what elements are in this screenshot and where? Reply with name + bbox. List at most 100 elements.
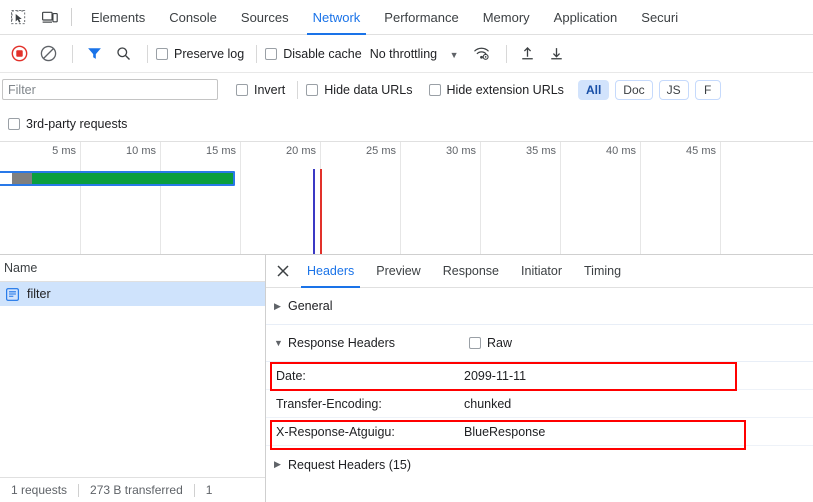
toolbar-divider-4 <box>505 44 507 63</box>
invert-label: Invert <box>254 82 286 97</box>
waterfall-segment-download <box>32 173 233 184</box>
tab-elements-label: Elements <box>91 9 146 25</box>
header-row-transfer-encoding: Transfer-Encoding: chunked <box>266 390 813 418</box>
tab-security-label: Securi <box>641 9 679 25</box>
preserve-log-label: Preserve log <box>174 46 245 61</box>
disable-cache-checkbox[interactable]: Disable cache <box>265 47 362 61</box>
chevron-right-icon: ▶ <box>274 459 281 469</box>
tab-preview-label: Preview <box>376 264 421 278</box>
tab-performance[interactable]: Performance <box>372 0 470 35</box>
device-toolbar-icon[interactable] <box>36 3 64 31</box>
general-section-header[interactable]: ▶ General <box>266 288 813 325</box>
request-detail-panel: Headers Preview Response Initiator Timin… <box>266 255 813 502</box>
waterfall-segment-blocked <box>0 173 12 184</box>
response-headers-section-label: Response Headers <box>288 336 396 350</box>
tab-headers-label: Headers <box>307 264 355 278</box>
search-icon[interactable] <box>110 41 136 67</box>
filter-type-doc[interactable]: Doc <box>615 79 653 100</box>
export-har-icon[interactable] <box>544 41 570 67</box>
tab-application[interactable]: Application <box>542 0 630 35</box>
chevron-right-icon: ▶ <box>274 300 281 311</box>
invert-checkbox[interactable]: Invert <box>236 83 285 97</box>
tab-timing[interactable]: Timing <box>573 255 632 288</box>
tab-preview[interactable]: Preview <box>365 255 431 288</box>
tick-line <box>640 142 641 254</box>
close-icon[interactable] <box>270 258 296 284</box>
tab-initiator[interactable]: Initiator <box>510 255 573 288</box>
devtools-tabbar: Elements Console Sources Network Perform… <box>0 0 813 35</box>
load-event-line <box>320 169 322 254</box>
tick-label: 45 ms <box>686 145 716 157</box>
third-party-checkbox[interactable]: 3rd-party requests <box>8 117 127 131</box>
request-waterfall-bar <box>0 171 235 186</box>
header-value: 2099-11-11 <box>464 368 527 383</box>
third-party-label: 3rd-party requests <box>26 116 128 131</box>
tick-label: 15 ms <box>206 145 236 157</box>
tab-performance-label: Performance <box>384 9 459 25</box>
network-overview[interactable]: 5 ms 10 ms 15 ms 20 ms 25 ms 30 ms 35 ms… <box>0 142 813 255</box>
filter-type-all[interactable]: All <box>577 79 610 100</box>
hide-data-urls-checkbox[interactable]: Hide data URLs <box>306 82 413 97</box>
filter-type-js-label: JS <box>666 82 681 97</box>
record-stop-icon[interactable] <box>6 41 32 67</box>
filter-type-doc-label: Doc <box>623 82 645 97</box>
response-headers-section-header[interactable]: ▼ Response Headers Raw <box>266 325 813 362</box>
tick-line <box>400 142 401 254</box>
tab-response-label: Response <box>442 264 500 278</box>
filter-type-fetch[interactable]: F <box>694 79 721 100</box>
throttling-select[interactable]: No throttling ▼ <box>370 47 459 61</box>
chevron-down-icon: ▼ <box>274 338 283 348</box>
column-header-name: Name <box>4 261 38 275</box>
header-name: Date: <box>276 368 306 383</box>
clear-icon[interactable] <box>35 41 61 67</box>
tab-application-label: Application <box>553 9 618 25</box>
general-section-label: General <box>288 299 333 313</box>
filter-type-fetch-label: F <box>703 82 712 97</box>
header-name: X-Response-Atguigu: <box>276 424 395 439</box>
filter-funnel-icon[interactable] <box>81 41 107 67</box>
detail-tabbar: Headers Preview Response Initiator Timin… <box>266 255 813 288</box>
waterfall-segment-stalled <box>12 173 32 184</box>
network-toolbar: Preserve log Disable cache No throttling… <box>0 35 813 73</box>
toolbar-divider-2 <box>147 44 148 63</box>
hide-extension-urls-checkbox[interactable]: Hide extension URLs <box>428 82 564 97</box>
raw-checkbox[interactable]: Raw <box>469 336 512 350</box>
tab-network[interactable]: Network <box>301 0 373 35</box>
tab-elements[interactable]: Elements <box>79 0 157 35</box>
filter-type-js[interactable]: JS <box>658 79 689 100</box>
tab-console[interactable]: Console <box>157 0 229 35</box>
tab-headers[interactable]: Headers <box>296 255 365 288</box>
header-row-x-response-atguigu: X-Response-Atguigu: BlueResponse <box>266 418 813 446</box>
tab-initiator-label: Initiator <box>521 264 563 278</box>
panel-tabs: Elements Console Sources Network Perform… <box>79 0 690 35</box>
header-value: BlueResponse <box>464 424 546 439</box>
toolbar-divider-1 <box>72 44 73 63</box>
resource-type-filters: All Doc JS F <box>577 79 727 100</box>
network-conditions-icon[interactable] <box>469 41 495 67</box>
import-har-icon[interactable] <box>515 41 541 67</box>
status-resources: 1 <box>205 483 213 497</box>
tick-line <box>560 142 561 254</box>
preserve-log-checkbox[interactable]: Preserve log <box>156 47 244 61</box>
devtools-network-panel: Elements Console Sources Network Perform… <box>0 0 813 502</box>
search-input[interactable] <box>2 79 218 100</box>
tick-line <box>480 142 481 254</box>
request-headers-section-header[interactable]: ▶ Request Headers (15) <box>266 446 813 483</box>
throttling-value: No throttling <box>369 46 438 61</box>
table-row[interactable]: filter <box>0 282 265 306</box>
tab-memory[interactable]: Memory <box>471 0 542 35</box>
inspect-element-icon[interactable] <box>4 3 32 31</box>
third-party-box <box>8 117 20 130</box>
filter-type-all-label: All <box>585 82 602 97</box>
hide-data-urls-label: Hide data URLs <box>324 82 413 97</box>
tick-label: 30 ms <box>446 145 476 157</box>
tab-response[interactable]: Response <box>432 255 510 288</box>
header-name: Transfer-Encoding: <box>276 396 382 411</box>
tab-sources[interactable]: Sources <box>229 0 301 35</box>
tick-label: 40 ms <box>606 145 636 157</box>
header-value: chunked <box>464 396 512 411</box>
tab-security[interactable]: Securi <box>629 0 690 35</box>
request-headers-section-label: Request Headers (15) <box>288 457 411 472</box>
tick-line <box>80 142 81 254</box>
hide-extension-urls-label: Hide extension URLs <box>446 82 564 97</box>
